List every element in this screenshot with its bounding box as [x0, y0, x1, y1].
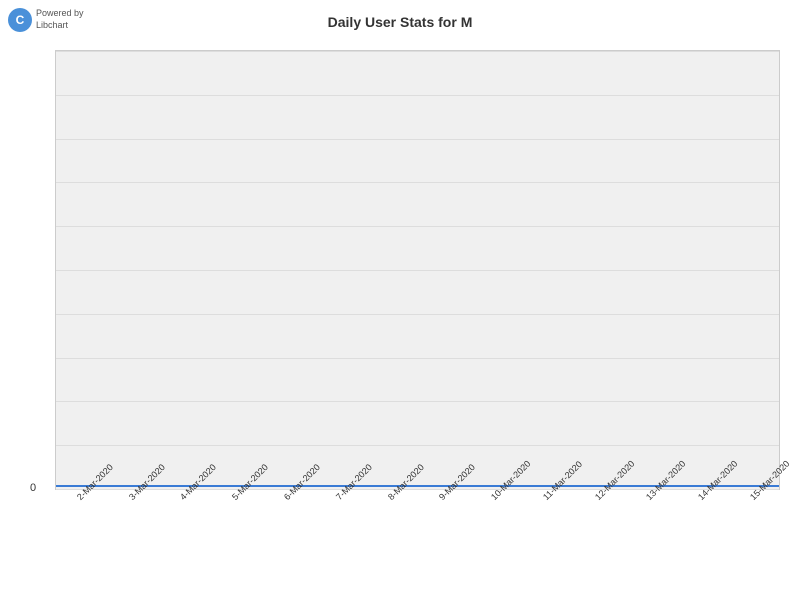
- x-label-wrapper: 14-Mar-2020: [676, 490, 728, 505]
- chart-title: Daily User Stats for M: [0, 14, 800, 30]
- x-label-wrapper: 11-Mar-2020: [521, 490, 573, 505]
- x-label-wrapper: 8-Mar-2020: [366, 490, 418, 505]
- x-label-wrapper: 9-Mar-2020: [417, 490, 469, 505]
- data-line: [56, 485, 779, 487]
- x-label-wrapper: 13-Mar-2020: [625, 490, 677, 505]
- grid-line: [56, 314, 779, 315]
- x-label-wrapper: 10-Mar-2020: [469, 490, 521, 505]
- x-label-wrapper: 15-Mar-2020: [728, 490, 780, 505]
- grid-line: [56, 95, 779, 96]
- chart-area: [55, 50, 780, 490]
- grid-line: [56, 358, 779, 359]
- x-label-wrapper: 12-Mar-2020: [573, 490, 625, 505]
- grid-line: [56, 139, 779, 140]
- x-label-wrapper: 4-Mar-2020: [159, 490, 211, 505]
- x-label-wrapper: 5-Mar-2020: [210, 490, 262, 505]
- grid-line: [56, 226, 779, 227]
- x-label-wrapper: 7-Mar-2020: [314, 490, 366, 505]
- grid-line: [56, 445, 779, 446]
- x-label-wrapper: 3-Mar-2020: [107, 490, 159, 505]
- x-label-wrapper: 2-Mar-2020: [55, 490, 107, 505]
- chart-container: C Powered by Libchart Daily User Stats f…: [0, 0, 800, 600]
- x-label-wrapper: 6-Mar-2020: [262, 490, 314, 505]
- grid-line: [56, 51, 779, 52]
- grid-line: [56, 270, 779, 271]
- grid-lines: [56, 51, 779, 489]
- x-axis: 2-Mar-20203-Mar-20204-Mar-20205-Mar-2020…: [55, 490, 780, 595]
- y-axis-zero: 0: [30, 482, 36, 494]
- grid-line: [56, 182, 779, 183]
- grid-line: [56, 401, 779, 402]
